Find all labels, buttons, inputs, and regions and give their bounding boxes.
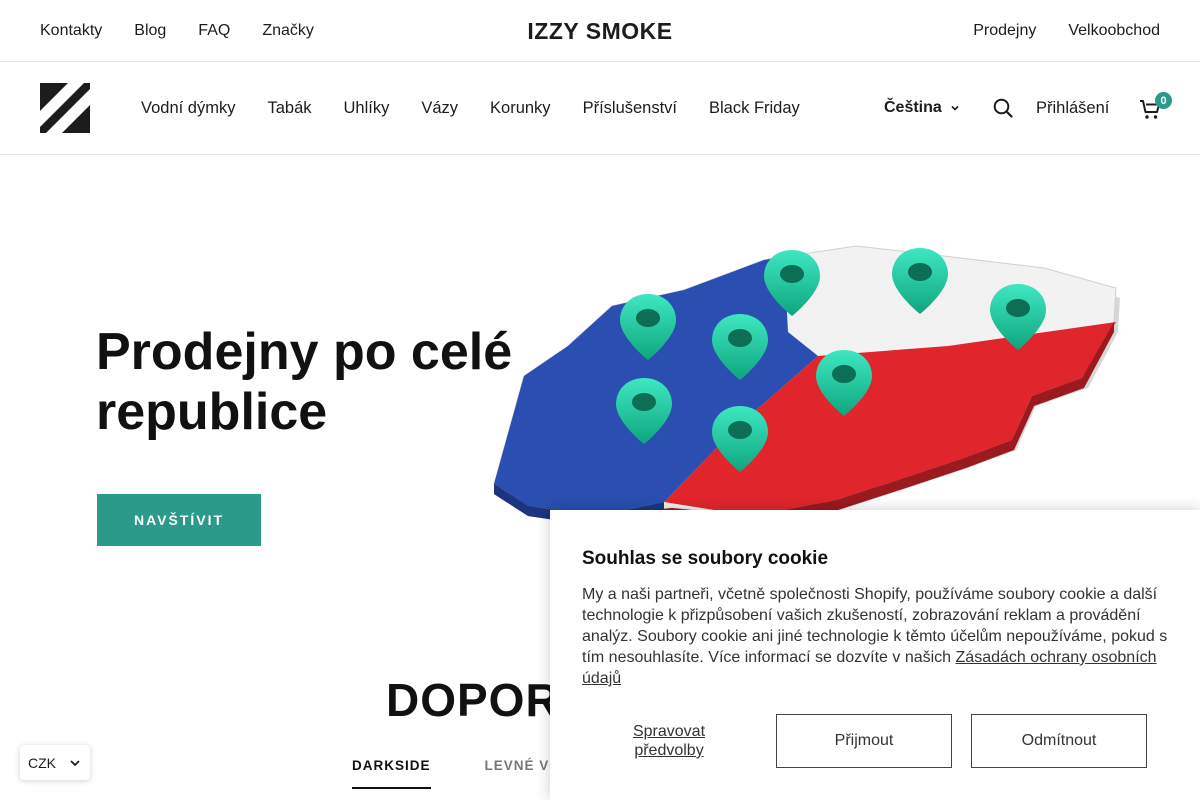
top-link-velkoobchod[interactable]: Velkoobchod — [1068, 22, 1160, 40]
tab-darkside[interactable]: DARKSIDE — [352, 758, 431, 789]
czech-map-illustration — [493, 245, 1120, 526]
logo-icon[interactable] — [40, 83, 90, 133]
nav-item-tabak[interactable]: Tabák — [267, 99, 311, 118]
top-link-kontakty[interactable]: Kontakty — [40, 22, 102, 40]
nav-links: Vodní dýmky Tabák Uhlíky Vázy Korunky Př… — [141, 62, 800, 154]
chevron-down-icon — [951, 105, 959, 111]
search-icon[interactable] — [992, 97, 1014, 119]
top-link-znacky[interactable]: Značky — [262, 22, 314, 40]
top-link-prodejny[interactable]: Prodejny — [973, 22, 1036, 40]
login-link[interactable]: Přihlášení — [1036, 62, 1109, 154]
top-bar: Kontakty Blog FAQ Značky IZZY SMOKE Prod… — [0, 0, 1200, 62]
top-right-links: Prodejny Velkoobchod — [973, 0, 1160, 62]
currency-label: CZK — [28, 754, 56, 771]
hero-title: Prodejny po celé republice — [96, 323, 513, 441]
nav-item-uhliky[interactable]: Uhlíky — [344, 99, 390, 118]
nav-item-prislusenstvi[interactable]: Příslušenství — [583, 99, 677, 118]
currency-selector[interactable]: CZK — [20, 745, 90, 780]
decline-button[interactable]: Odmítnout — [971, 714, 1147, 768]
language-selector[interactable]: Čeština — [884, 62, 960, 154]
top-link-blog[interactable]: Blog — [134, 22, 166, 40]
main-nav: Vodní dýmky Tabák Uhlíky Vázy Korunky Př… — [0, 62, 1200, 155]
nav-item-vazy[interactable]: Vázy — [421, 99, 458, 118]
accept-button[interactable]: Přijmout — [776, 714, 952, 768]
nav-item-vodni-dymky[interactable]: Vodní dýmky — [141, 99, 235, 118]
cookie-consent-banner: Souhlas se soubory cookie My a naši part… — [550, 510, 1200, 800]
language-label: Čeština — [884, 99, 942, 116]
chevron-down-icon — [70, 759, 80, 766]
manage-preferences-link[interactable]: Spravovat předvolby — [606, 722, 732, 760]
cookie-title: Souhlas se soubory cookie — [582, 548, 829, 569]
visit-button[interactable]: NAVŠTÍVIT — [97, 494, 261, 546]
cart-count-badge: 0 — [1155, 92, 1172, 109]
top-link-faq[interactable]: FAQ — [198, 22, 230, 40]
brand-name[interactable]: IZZY SMOKE — [527, 18, 672, 45]
nav-item-korunky[interactable]: Korunky — [490, 99, 551, 118]
top-left-links: Kontakty Blog FAQ Značky — [40, 0, 314, 62]
cookie-text: My a naši partneři, včetně společnosti S… — [582, 584, 1172, 689]
nav-item-black-friday[interactable]: Black Friday — [709, 99, 800, 118]
